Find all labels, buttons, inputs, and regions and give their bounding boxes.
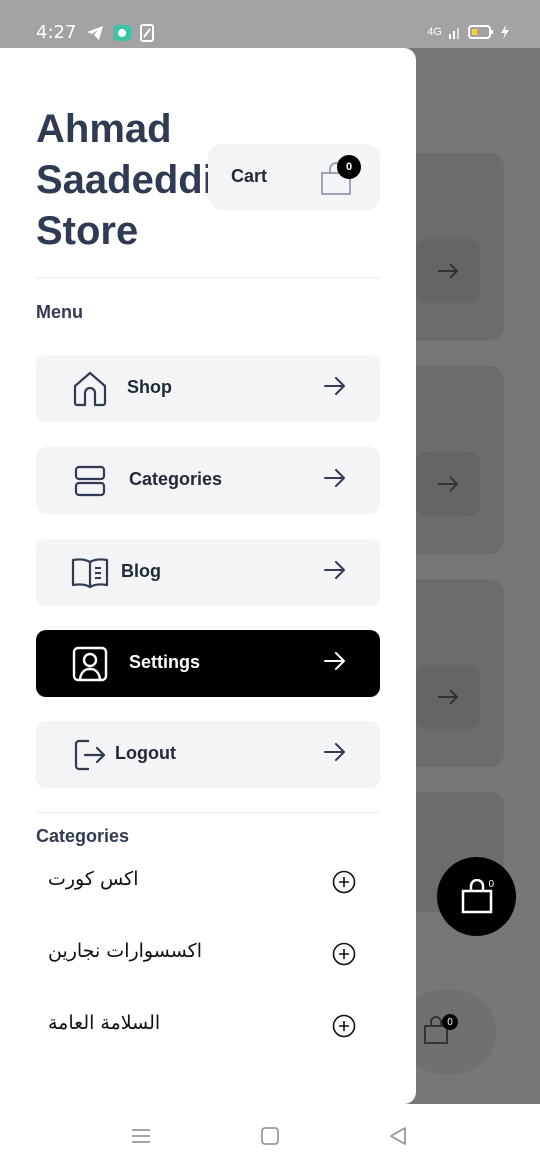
book-icon bbox=[70, 553, 110, 593]
menu-item-label: Categories bbox=[129, 469, 223, 489]
menu-item-shop[interactable]: Shop bbox=[36, 355, 380, 422]
divider bbox=[36, 277, 380, 278]
charging-icon bbox=[501, 25, 509, 39]
category-label: السلامة العامة bbox=[48, 1012, 161, 1034]
arrow-right-icon bbox=[324, 469, 345, 487]
user-icon bbox=[70, 644, 110, 684]
plus-circle-icon[interactable] bbox=[332, 942, 356, 966]
menu-item-logout[interactable]: Logout bbox=[36, 721, 380, 788]
product-card bbox=[402, 366, 504, 554]
menu-item-categories[interactable]: Categories bbox=[36, 447, 380, 514]
signal-icon bbox=[449, 28, 459, 39]
product-open-button[interactable] bbox=[416, 239, 480, 303]
cart-button[interactable]: Cart 0 bbox=[208, 144, 380, 210]
category-item[interactable]: السلامة العامة bbox=[36, 1004, 380, 1044]
arrow-right-icon bbox=[324, 561, 345, 579]
status-time: 4:27 bbox=[36, 22, 77, 43]
arrow-right-icon bbox=[324, 652, 345, 670]
home-nav-icon[interactable] bbox=[260, 1126, 280, 1146]
menu-item-label: Blog bbox=[121, 561, 161, 581]
cart-label: Cart bbox=[231, 166, 268, 186]
chat-icon bbox=[113, 25, 131, 41]
plus-circle-icon[interactable] bbox=[332, 870, 356, 894]
category-item[interactable]: اكسسوارات نجارين bbox=[36, 932, 380, 972]
network-label: 4G bbox=[427, 26, 442, 38]
arrow-right-icon bbox=[324, 743, 345, 761]
system-navigation-bar bbox=[0, 1104, 540, 1170]
menu-item-settings[interactable]: Settings bbox=[36, 630, 380, 697]
plus-circle-icon[interactable] bbox=[332, 1014, 356, 1038]
product-card bbox=[402, 153, 504, 341]
arrow-right-icon bbox=[438, 263, 459, 279]
menu-item-blog[interactable]: Blog bbox=[36, 539, 380, 606]
product-card bbox=[402, 579, 504, 767]
battery-icon bbox=[468, 25, 493, 39]
back-nav-icon[interactable] bbox=[388, 1126, 408, 1146]
sim-icon bbox=[140, 24, 154, 42]
category-item[interactable]: اكس كورت bbox=[36, 860, 380, 900]
category-label: اكس كورت bbox=[48, 868, 139, 890]
navigation-drawer: Ahmad Saadeddin Store Cart 0 Menu Shop C… bbox=[0, 48, 416, 1104]
floating-cart-button[interactable]: 0 bbox=[437, 857, 516, 936]
arrow-right-icon bbox=[438, 476, 459, 492]
divider bbox=[36, 812, 380, 813]
product-open-button[interactable] bbox=[416, 452, 480, 516]
cart-count-badge: 0 bbox=[337, 155, 361, 179]
store-title: Ahmad Saadeddin Store bbox=[36, 107, 239, 253]
product-open-button[interactable] bbox=[416, 665, 480, 729]
categories-heading: Categories bbox=[36, 826, 130, 846]
arrow-right-icon bbox=[324, 377, 345, 395]
menu-item-label: Logout bbox=[115, 743, 176, 763]
floating-cart-badge: 0 bbox=[488, 879, 494, 890]
home-icon bbox=[70, 369, 110, 409]
bottom-cart-badge: 0 bbox=[442, 1014, 458, 1030]
arrow-right-icon bbox=[438, 689, 459, 705]
menu-heading: Menu bbox=[36, 302, 83, 322]
menu-nav-icon[interactable] bbox=[131, 1126, 151, 1146]
telegram-icon bbox=[87, 26, 103, 40]
menu-item-label: Shop bbox=[127, 377, 172, 397]
categories-icon bbox=[70, 461, 110, 501]
category-label: اكسسوارات نجارين bbox=[48, 940, 202, 962]
menu-item-label: Settings bbox=[129, 652, 201, 672]
logout-icon bbox=[70, 735, 110, 775]
